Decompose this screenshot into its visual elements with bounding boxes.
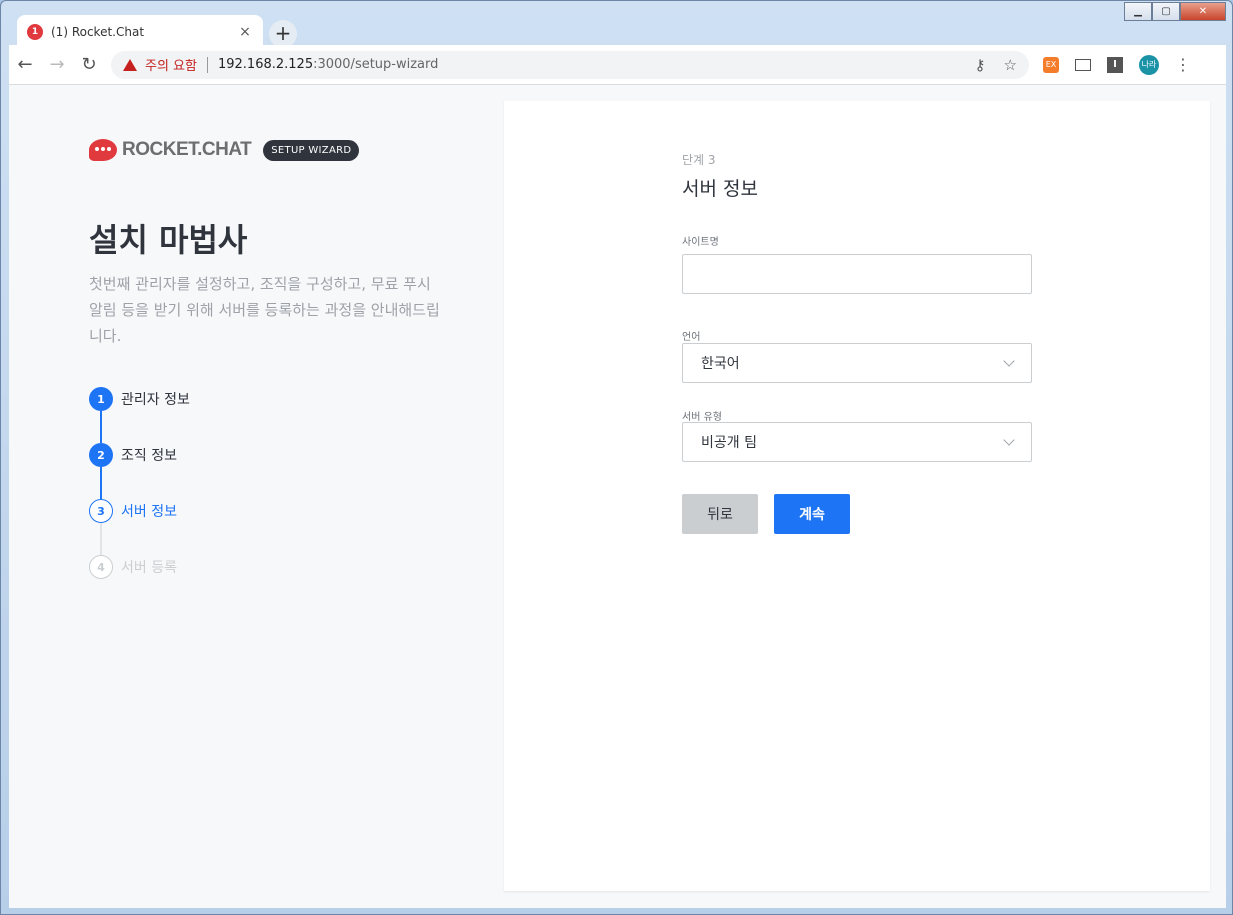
step-label: 서버 등록 bbox=[121, 560, 177, 576]
step-item: 3 서버 정보 bbox=[89, 499, 177, 523]
server-type-value: 비공개 팀 bbox=[701, 435, 757, 451]
tab-close-icon[interactable]: × bbox=[237, 24, 253, 40]
step-indicator: 단계 3 bbox=[682, 153, 716, 167]
address-separator bbox=[206, 56, 208, 73]
extensions-area: EX I 나라 ⋮ bbox=[1043, 54, 1191, 75]
step-item: 2 조직 정보 bbox=[89, 443, 177, 467]
setup-wizard-badge: SETUP WIZARD bbox=[263, 139, 360, 161]
rocketchat-logo-icon bbox=[89, 139, 117, 161]
site-name-input[interactable] bbox=[682, 254, 1032, 294]
address-bar[interactable]: 주의 요함 192.168.2.125:3000/setup-wizard ⚷ … bbox=[111, 50, 1029, 79]
step-number: 4 bbox=[89, 555, 113, 579]
wizard-form-card: 단계 3 서버 정보 사이트명 언어 한국어 서버 유형 비공개 팀 뒤로 계속 bbox=[504, 101, 1210, 891]
bookmark-star-icon[interactable]: ☆ bbox=[1004, 56, 1017, 74]
address-bar-actions: ⚷ ☆ bbox=[975, 56, 1017, 74]
kebab-menu-icon[interactable]: ⋮ bbox=[1175, 55, 1191, 74]
step-label: 서버 정보 bbox=[121, 504, 177, 520]
form-title: 서버 정보 bbox=[682, 178, 758, 200]
step-number: 3 bbox=[89, 499, 113, 523]
url-path: :3000/setup-wizard bbox=[313, 57, 439, 72]
rocketchat-favicon-icon: 1 bbox=[27, 24, 43, 40]
reload-icon[interactable]: ↻ bbox=[73, 54, 105, 75]
step-connector bbox=[100, 523, 102, 555]
step-connector bbox=[100, 411, 102, 443]
site-name-label: 사이트명 bbox=[682, 237, 719, 248]
security-warning-label: 주의 요함 bbox=[145, 59, 197, 74]
step-label: 관리자 정보 bbox=[121, 392, 190, 408]
step-label: 조직 정보 bbox=[121, 448, 177, 464]
forward-arrow-icon[interactable]: → bbox=[41, 54, 73, 75]
chevron-down-icon bbox=[1003, 355, 1015, 367]
minimize-button[interactable]: ▁ bbox=[1124, 2, 1152, 21]
language-value: 한국어 bbox=[701, 356, 740, 372]
step-connector bbox=[100, 467, 102, 499]
back-arrow-icon[interactable]: ← bbox=[9, 54, 41, 75]
server-type-select[interactable]: 비공개 팀 bbox=[682, 422, 1032, 462]
step-item: 4 서버 등록 bbox=[89, 555, 177, 579]
setup-wizard-page: ROCKET.CHAT SETUP WIZARD 설치 마법사 첫번째 관리자를… bbox=[9, 85, 1226, 908]
server-info-form: 단계 3 서버 정보 사이트명 언어 한국어 서버 유형 비공개 팀 뒤로 계속 bbox=[682, 151, 1032, 534]
extension-orange-icon[interactable]: EX bbox=[1043, 56, 1059, 73]
key-icon[interactable]: ⚷ bbox=[975, 56, 986, 74]
continue-button[interactable]: 계속 bbox=[774, 494, 850, 534]
new-tab-button[interactable]: + bbox=[269, 20, 297, 48]
tab-title: (1) Rocket.Chat bbox=[51, 25, 145, 39]
browser-toolbar: ← → ↻ 주의 요함 192.168.2.125:3000/setup-wiz… bbox=[9, 45, 1226, 85]
browser-tab[interactable]: 1 (1) Rocket.Chat × bbox=[17, 15, 263, 49]
brand: ROCKET.CHAT SETUP WIZARD bbox=[89, 139, 360, 161]
language-label: 언어 bbox=[682, 332, 701, 343]
security-warning[interactable]: 주의 요함 bbox=[123, 55, 197, 74]
extension-cast-icon[interactable] bbox=[1075, 58, 1091, 71]
tab-strip: 1 (1) Rocket.Chat × + ▁ ▢ ✕ bbox=[7, 2, 1226, 49]
language-select[interactable]: 한국어 bbox=[682, 343, 1032, 383]
back-button[interactable]: 뒤로 bbox=[682, 494, 758, 534]
window-controls: ▁ ▢ ✕ bbox=[1124, 2, 1226, 21]
maximize-button[interactable]: ▢ bbox=[1152, 2, 1180, 21]
page-title: 설치 마법사 bbox=[89, 221, 248, 259]
extension-i-icon[interactable]: I bbox=[1107, 56, 1123, 73]
step-number: 1 bbox=[89, 387, 113, 411]
close-window-button[interactable]: ✕ bbox=[1180, 2, 1226, 21]
url-host: 192.168.2.125 bbox=[217, 57, 314, 72]
server-type-label: 서버 유형 bbox=[682, 412, 722, 423]
profile-avatar[interactable]: 나라 bbox=[1139, 54, 1159, 75]
browser-window: 1 (1) Rocket.Chat × + ▁ ▢ ✕ ← → ↻ 주의 요함 … bbox=[0, 0, 1233, 915]
wizard-description: 첫번째 관리자를 설정하고, 조직을 구성하고, 무료 푸시 알림 등을 받기 … bbox=[89, 275, 440, 345]
brand-name: ROCKET.CHAT bbox=[122, 139, 252, 160]
chevron-down-icon bbox=[1003, 434, 1015, 446]
step-item: 1 관리자 정보 bbox=[89, 387, 190, 411]
step-number: 2 bbox=[89, 443, 113, 467]
warning-icon bbox=[123, 58, 137, 71]
